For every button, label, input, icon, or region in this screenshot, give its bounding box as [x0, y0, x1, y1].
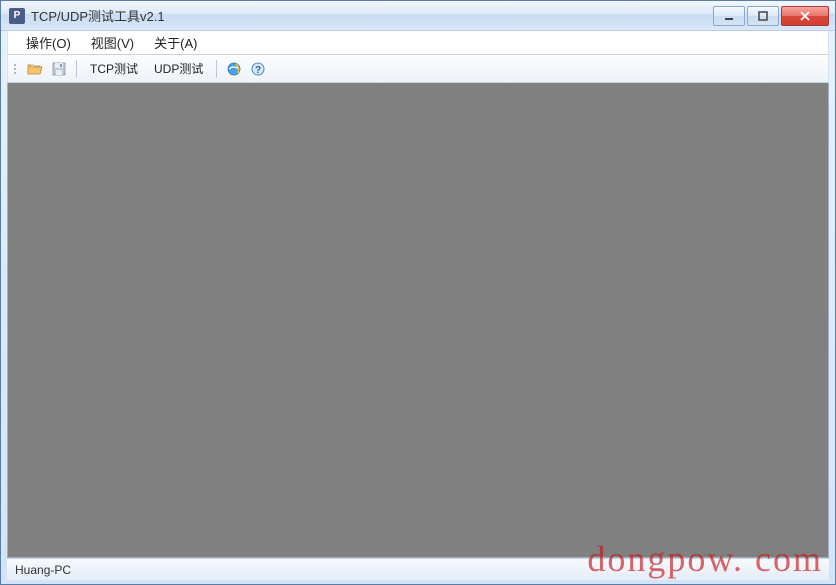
folder-open-icon[interactable]	[25, 59, 45, 79]
status-text: Huang-PC	[15, 563, 71, 577]
window-title: TCP/UDP测试工具v2.1	[31, 6, 711, 25]
minimize-button[interactable]	[713, 6, 745, 26]
svg-text:?: ?	[255, 65, 261, 76]
udp-test-button[interactable]: UDP测试	[148, 57, 209, 80]
menu-view[interactable]: 视图(V)	[81, 30, 144, 55]
save-icon[interactable]	[49, 59, 69, 79]
toolbar-separator	[76, 60, 77, 78]
maximize-button[interactable]	[747, 6, 779, 26]
menubar: 操作(O) 视图(V) 关于(A)	[7, 31, 829, 55]
window-controls	[711, 6, 829, 26]
app-icon: P	[9, 8, 25, 24]
close-button[interactable]	[781, 6, 829, 26]
internet-explorer-icon[interactable]	[224, 59, 244, 79]
toolbar-separator	[216, 60, 217, 78]
toolbar: TCP测试 UDP测试 ?	[7, 55, 829, 83]
titlebar[interactable]: P TCP/UDP测试工具v2.1	[1, 1, 835, 31]
main-content-area	[7, 83, 829, 558]
app-window: P TCP/UDP测试工具v2.1 操作(O) 视图(V) 关于(A)	[0, 0, 836, 585]
help-icon[interactable]: ?	[248, 59, 268, 79]
statusbar: Huang-PC	[7, 558, 829, 580]
toolbar-grip[interactable]	[14, 60, 19, 78]
menu-about[interactable]: 关于(A)	[144, 30, 207, 55]
tcp-test-button[interactable]: TCP测试	[84, 57, 144, 80]
menu-operation[interactable]: 操作(O)	[16, 30, 81, 55]
